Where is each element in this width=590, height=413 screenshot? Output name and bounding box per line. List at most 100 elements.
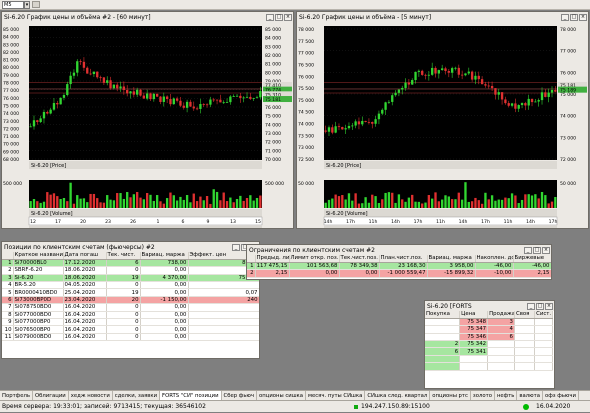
left-tick-label: 75 500	[298, 86, 314, 92]
chart1-canvas[interactable]: Si-6.20 [Price] Si-6.20 [Volume] 85 000 84 …	[2, 22, 293, 228]
table-row[interactable]: 3Si-6.2018.06.2020194 370,0075 046	[2, 274, 259, 283]
positions-column-header[interactable]: Тек. чист.	[106, 252, 141, 260]
chart2-titlebar: Si-6.20 График цены и объёма - [5 минут]…	[297, 12, 588, 22]
table-row[interactable]: 5 BR0000410BD0 25.04.2020 19 0,00 0,07	[2, 288, 259, 297]
close-button[interactable]: ×	[579, 13, 587, 21]
close-button[interactable]: ×	[542, 246, 550, 254]
maximize-button[interactable]: □	[275, 13, 283, 21]
maximize-button[interactable]: □	[570, 13, 578, 21]
table-row[interactable]: 4 BR-5.20 04.05.2020 0 0,00	[2, 281, 259, 290]
candle-body	[417, 70, 421, 72]
workspace-tab[interactable]: Облигации	[33, 391, 69, 400]
table-cell: -1 000 559,47	[379, 269, 428, 278]
limits-column-header[interactable]	[247, 255, 256, 263]
orderbook-column-header[interactable]: Своя	[514, 311, 536, 319]
candle-body	[239, 95, 242, 99]
table-row[interactable]: 1Si70000BL017.12.20206738,008 755	[2, 259, 259, 268]
minimize-button[interactable]: _	[266, 13, 274, 21]
workspace-tab[interactable]: опционы ртс	[430, 391, 471, 400]
table-cell: 18.06.2020	[63, 274, 107, 283]
volume-bar	[421, 203, 424, 208]
workspace-tab[interactable]: хедж новости	[69, 391, 113, 400]
table-cell: 2,15	[513, 269, 551, 278]
volume-bar	[510, 193, 514, 208]
chart-tool-icon[interactable]	[32, 1, 40, 8]
candle-body	[507, 103, 510, 106]
orderbook-cell	[514, 333, 536, 342]
candle-body	[142, 95, 146, 99]
positions-column-header[interactable]: Краткое название	[13, 252, 64, 260]
chart1-title: Si-6.20 График цены и объёма #2 - [60 ми…	[4, 13, 151, 21]
orderbook-cell	[534, 340, 553, 349]
orderbook-column-header[interactable]: Покупка	[425, 311, 461, 319]
table-row[interactable]: 6 Si73000BP0D 23.04.2020 20 -1 150,00 240	[2, 296, 259, 305]
table-row[interactable]: 8 Si077000BD0 16.04.2020 0 0,00	[2, 311, 259, 320]
orderbook-row[interactable]: 2 75 342	[425, 340, 553, 349]
chevron-down-icon[interactable]: ▾	[24, 0, 30, 9]
table-cell: 6	[2, 296, 14, 305]
maximize-button[interactable]: □	[533, 246, 541, 254]
limits-column-header[interactable]: План.чист.поз.	[379, 255, 428, 263]
workspace-tab[interactable]: офз фьючи	[543, 391, 579, 400]
table-row[interactable]: 10 Si076500BP0 16.04.2020 0 0,00	[2, 325, 259, 334]
workspace-tab[interactable]: Портфель	[0, 391, 33, 400]
workspace-tab[interactable]: опционы сишка	[257, 391, 306, 400]
workspace-tab[interactable]: валюта	[517, 391, 543, 400]
candle-body	[354, 121, 357, 126]
limits-column-header[interactable]: Накоплен. доход	[475, 255, 514, 263]
orderbook-row[interactable]: 75 348 3	[425, 318, 553, 327]
limits-column-header[interactable]: Тек.чист.поз.	[339, 255, 380, 263]
orderbook-column-header[interactable]: Цена	[459, 311, 489, 319]
table-row[interactable]: 11 Si079000BD0 16.04.2020 0 0,00	[2, 333, 259, 342]
positions-column-header[interactable]: Вариац. маржа	[140, 252, 189, 260]
workspace-tab[interactable]: золото	[471, 391, 495, 400]
limits-column-header[interactable]: Вариац. маржа	[427, 255, 476, 263]
workspace-tab[interactable]: нефть	[495, 391, 518, 400]
orderbook-row[interactable]	[425, 362, 553, 371]
table-row[interactable]: 2 2,15 0,00 0,00 -1 000 559,47 -15 899,32 -10,…	[247, 269, 551, 278]
workspace-tab[interactable]: сделки, заявки	[113, 391, 161, 400]
candle-body	[192, 106, 195, 109]
minimize-button[interactable]: _	[561, 13, 569, 21]
orderbook-row[interactable]: 75 346 6	[425, 333, 553, 342]
minimize-button[interactable]: _	[527, 302, 535, 310]
candle-body	[377, 113, 381, 120]
close-button[interactable]: ×	[545, 302, 553, 310]
orderbook-row[interactable]: 6 75 341	[425, 347, 553, 356]
maximize-button[interactable]: □	[536, 302, 544, 310]
positions-column-header[interactable]	[2, 252, 14, 260]
chart1-titlebar: Si-6.20 График цены и объёма #2 - [60 ми…	[2, 12, 293, 22]
orderbook-row[interactable]	[425, 355, 553, 364]
workspace-tab[interactable]: FORTS "СИ" позиции	[160, 391, 222, 400]
orderbook-cell	[514, 355, 536, 364]
time-tick-label: 17h	[549, 219, 558, 225]
close-button[interactable]: ×	[284, 13, 292, 21]
candle-body	[457, 67, 460, 75]
minimize-button[interactable]: _	[524, 246, 532, 254]
orderbook-row[interactable]: 75 347 4	[425, 325, 553, 334]
volume-bar	[145, 193, 149, 208]
orderbook-column-header[interactable]: Сист.	[534, 311, 553, 319]
volume-tick-label: 50 000	[298, 181, 314, 187]
chart2-canvas[interactable]: Si-6.20 [Price] Si-6.20 [Volume] 78 000 77 …	[297, 22, 588, 228]
table-row[interactable]: 1 117 475,15 101 563,68 78 349,38 23 168,30 3…	[247, 262, 551, 271]
limits-column-header[interactable]: Предыд. лимит	[255, 255, 290, 263]
limits-column-header[interactable]: Лимит откр. поз.	[289, 255, 340, 263]
workspace-tab[interactable]: месяч. путы СИшка	[306, 391, 366, 400]
volume-bar	[447, 196, 450, 208]
volume-bar	[544, 195, 547, 208]
right-tick-label: 82 000	[265, 53, 281, 59]
limits-column-header[interactable]: Биржевые	[513, 255, 551, 263]
table-row[interactable]: 2 SBRF-6.20 18.06.2020 0 0,00	[2, 266, 259, 275]
server-time-text: Время сервера: 19:33:01; записей: 971341…	[2, 403, 206, 410]
table-row[interactable]: 7 Si078750BD0 16.04.2020 0 0,00	[2, 303, 259, 312]
volume-bar	[480, 203, 484, 208]
minimize-button[interactable]: _	[232, 243, 240, 251]
instrument-select[interactable]: M5	[2, 0, 24, 9]
orderbook-column-header[interactable]: Продажа	[487, 311, 515, 319]
workspace-tab[interactable]: Сбер фьюч	[222, 391, 258, 400]
positions-column-header[interactable]: Дата погаш	[63, 252, 107, 260]
candle-body	[42, 111, 46, 119]
table-row[interactable]: 9 Si077000BP0 16.04.2020 0 0,00	[2, 318, 259, 327]
workspace-tab[interactable]: СИшка след. квартал	[365, 391, 431, 400]
